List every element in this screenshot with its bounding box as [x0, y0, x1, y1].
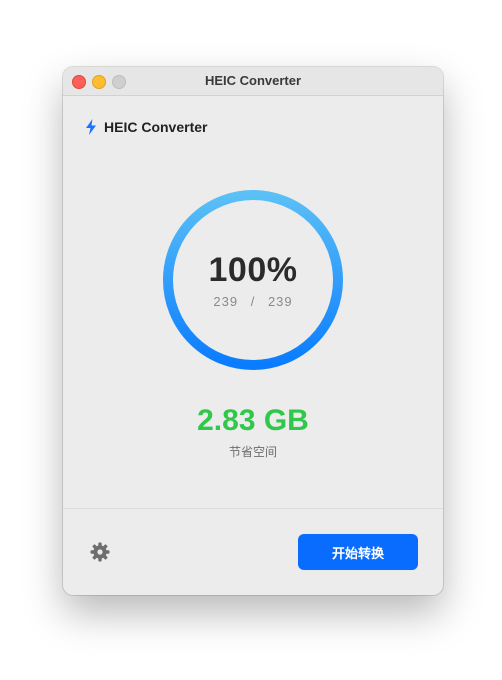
- title-bar[interactable]: HEIC Converter: [63, 67, 443, 96]
- app-window: HEIC Converter HEIC Converter 100% 239 /…: [63, 67, 443, 595]
- saved-space-label: 节省空间: [228, 445, 277, 459]
- bolt-icon: [86, 119, 96, 135]
- footer-divider: [63, 508, 443, 509]
- gear-icon[interactable]: [90, 542, 110, 562]
- processed-count: 239: [213, 294, 239, 309]
- progress-count: 239 / 239: [63, 294, 443, 309]
- window-title: HEIC Converter: [204, 73, 302, 88]
- progress-percent: 100%: [208, 251, 298, 289]
- app-title: HEIC Converter: [104, 119, 208, 135]
- saved-space-value: 2.83 GB: [197, 404, 309, 437]
- total-count: 239: [267, 294, 293, 309]
- count-separator: /: [250, 294, 256, 309]
- start-conversion-button[interactable]: 开始转换: [298, 534, 418, 570]
- app-header: HEIC Converter: [85, 118, 207, 136]
